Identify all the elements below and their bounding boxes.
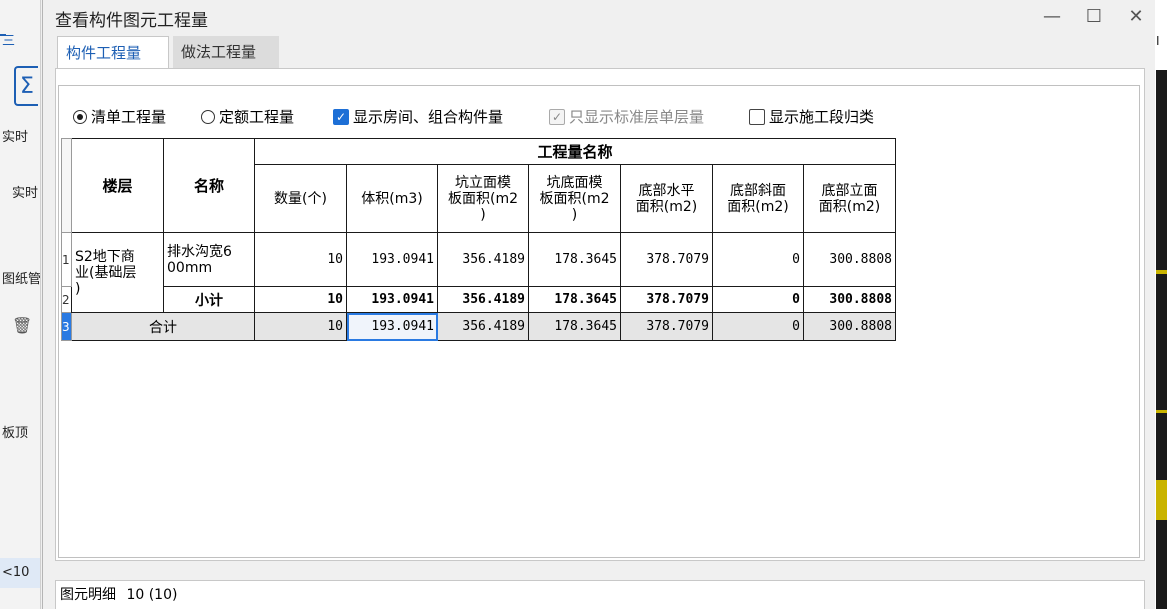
column-header: 底部立面 面积(m2) [803,164,896,233]
total-label[interactable]: 合计 [71,312,255,341]
quantity-table-wrapper: 楼层 名称 工程量名称 数量(个) 体积(m3) 坑立面模 板面积(m2 ) 坑… [61,138,896,341]
cad-line [1156,410,1167,413]
total-row[interactable]: 3 合计 10 193.0941 356.4189 178.3645 378.7… [61,312,896,341]
value-cell[interactable]: 356.4189 [437,286,529,313]
background-app-left: 三 Σ 实时 实时 图纸管 🗑 板顶 <10 [0,0,41,609]
component-quantity-dialog: 查看构件图元工程量 — ☐ ✕ 构件工程量 做法工程量 清单工程量 定额工程量 … [42,0,1155,609]
value-cell[interactable]: 378.7079 [620,232,713,287]
value-cell[interactable]: 178.3645 [528,312,621,341]
column-header: 坑底面模 板面积(m2 ) [528,164,621,233]
background-fragment: 板顶 [2,426,29,441]
dialog-title: 查看构件图元工程量 [55,11,208,31]
option-bill-quantity[interactable]: 清单工程量 [73,106,166,128]
background-fragment: <10 [2,565,30,580]
value-cell[interactable]: 178.3645 [528,232,621,287]
value-cell[interactable]: 0 [712,312,804,341]
background-app-right: I t 重 [1155,0,1167,609]
value-cell[interactable]: 300.8808 [803,232,896,287]
background-fragment: 实时 [12,186,39,201]
checkbox[interactable] [749,109,765,125]
cad-canvas-strip [1156,70,1167,609]
column-header: 坑立面模 板面积(m2 ) [437,164,529,233]
tab-component-quantity[interactable]: 构件工程量 [57,36,169,68]
option-label: 只显示标准层单层量 [569,108,705,126]
column-header: 底部斜面 面积(m2) [712,164,804,233]
value-cell[interactable]: 356.4189 [437,312,529,341]
header-name: 名称 [163,138,255,233]
focused-value-cell[interactable]: 193.0941 [346,312,438,341]
table-corner [61,138,72,233]
option-label: 显示房间、组合构件量 [353,108,504,126]
checkbox[interactable]: ✓ [333,109,349,125]
value-cell[interactable]: 193.0941 [346,286,438,313]
row-number[interactable]: 2 [61,286,72,313]
trash-icon[interactable]: 🗑 [12,316,34,338]
title-bar[interactable]: 查看构件图元工程量 — ☐ ✕ [43,0,1155,36]
value-cell[interactable]: 0 [712,286,804,313]
tab-panel: 清单工程量 定额工程量 ✓ 显示房间、组合构件量 ✓ 只显示标准层单层量 显示施… [55,68,1145,561]
background-fragment: 图纸管 [2,272,41,287]
element-detail-bar: 图元明细 10 (10) [55,580,1145,609]
column-header: 底部水平 面积(m2) [620,164,713,233]
sum-icon[interactable]: Σ [14,66,38,106]
option-show-room-components[interactable]: ✓ 显示房间、组合构件量 [333,106,503,128]
value-cell[interactable]: 178.3645 [528,286,621,313]
value-cell[interactable]: 300.8808 [803,312,896,341]
cad-line [1156,270,1167,274]
value-cell[interactable]: 10 [254,232,347,287]
minimize-button[interactable]: — [1037,4,1067,30]
row-number[interactable]: 3 [61,312,72,341]
background-fragment: 实时 [2,130,29,145]
checkbox: ✓ [549,109,565,125]
table-row[interactable]: 1 S2地下商 业(基础层 ) 排水沟宽6 00mm 10 193.0941 3… [61,232,896,313]
option-label: 显示施工段归类 [769,108,875,126]
value-cell[interactable]: 10 [254,286,347,313]
value-cell[interactable]: 356.4189 [437,232,529,287]
element-detail-label: 图元明细 [60,587,116,603]
option-label: 定额工程量 [219,108,295,126]
floor-cell[interactable]: S2地下商 业(基础层 ) [71,232,164,313]
element-detail-count: 10 (10) [126,587,178,603]
maximize-button[interactable]: ☐ [1079,4,1109,30]
cad-line [1156,480,1167,520]
header-quantity-group: 工程量名称 [254,138,896,165]
value-cell[interactable]: 193.0941 [346,232,438,287]
name-cell[interactable]: 排水沟宽6 00mm [163,232,255,287]
background-fragment: I [1156,34,1160,48]
close-button[interactable]: ✕ [1121,4,1151,30]
background-fragment: 三 [2,34,16,49]
value-cell[interactable]: 378.7079 [620,312,713,341]
radio-button[interactable] [73,110,87,124]
radio-button[interactable] [201,110,215,124]
option-quota-quantity[interactable]: 定额工程量 [201,106,294,128]
option-show-construction-segment[interactable]: 显示施工段归类 [749,106,874,128]
value-cell[interactable]: 300.8808 [803,286,896,313]
header-floor: 楼层 [71,138,164,233]
value-cell[interactable]: 0 [712,232,804,287]
column-header: 数量(个) [254,164,347,233]
subtotal-label[interactable]: 小计 [163,286,255,313]
tab-method-quantity[interactable]: 做法工程量 [173,36,279,68]
option-standard-floor-only: ✓ 只显示标准层单层量 [549,106,704,128]
subtotal-row[interactable]: 2 小计 10 193.0941 356.4189 178.3645 378.7… [61,286,896,313]
content-frame: 清单工程量 定额工程量 ✓ 显示房间、组合构件量 ✓ 只显示标准层单层量 显示施… [58,85,1140,558]
value-cell[interactable]: 10 [254,312,347,341]
value-cell[interactable]: 378.7079 [620,286,713,313]
option-label: 清单工程量 [91,108,167,126]
column-header: 体积(m3) [346,164,438,233]
row-number[interactable]: 1 [61,232,72,287]
quantity-table: 楼层 名称 工程量名称 数量(个) 体积(m3) 坑立面模 板面积(m2 ) 坑… [61,138,896,341]
